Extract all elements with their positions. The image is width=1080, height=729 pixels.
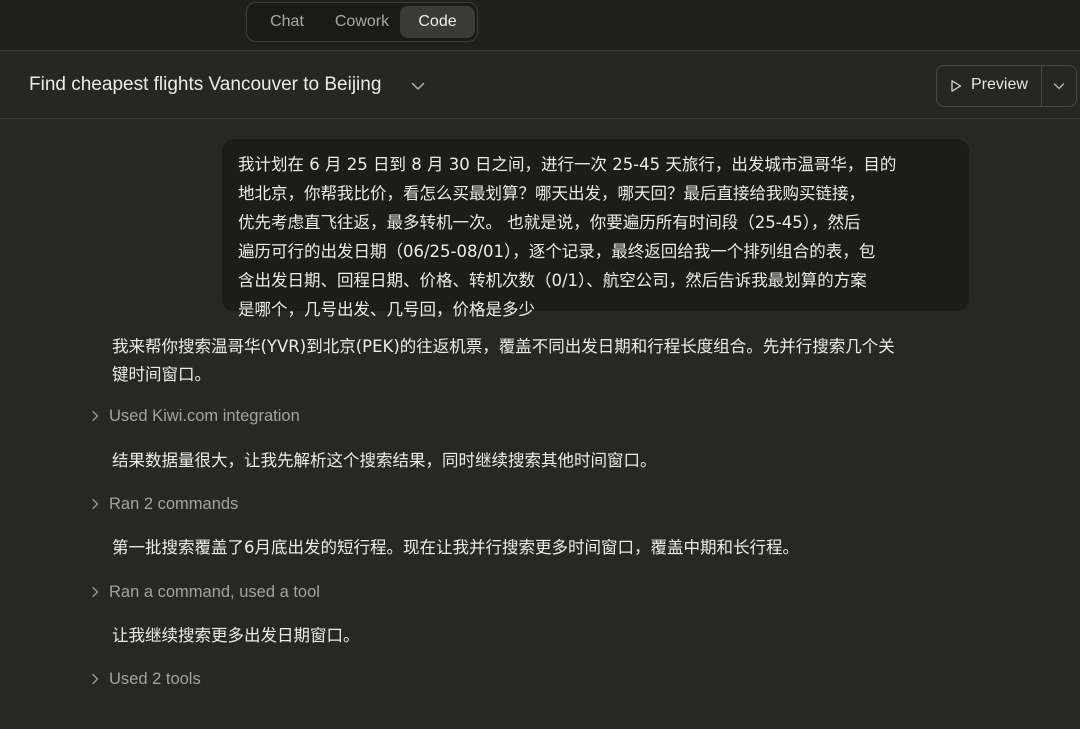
chevron-down-icon (1053, 83, 1065, 90)
tool-call-label: Used 2 tools (109, 670, 201, 688)
preview-control: Preview (936, 65, 1077, 107)
chevron-down-icon[interactable] (410, 78, 426, 94)
tool-call-label: Used Kiwi.com integration (109, 407, 300, 425)
user-message-text: 我计划在 6 月 25 日到 8 月 30 日之间，进行一次 25-45 天旅行… (238, 155, 897, 319)
preview-label: Preview (971, 76, 1028, 93)
conversation-header: Find cheapest flights Vancouver to Beiji… (0, 52, 1080, 119)
chevron-right-icon (92, 586, 99, 598)
tab-chat[interactable]: Chat (253, 6, 321, 38)
assistant-message: 我来帮你搜索温哥华(YVR)到北京(PEK)的往返机票，覆盖不同出发日期和行程长… (112, 337, 895, 384)
tab-cowork[interactable]: Cowork (325, 6, 399, 38)
top-bar: Chat Cowork Code (0, 0, 1080, 51)
mode-switcher: Chat Cowork Code (246, 2, 478, 42)
chevron-right-icon (92, 498, 99, 510)
tab-code[interactable]: Code (400, 6, 475, 38)
conversation-title[interactable]: Find cheapest flights Vancouver to Beiji… (29, 74, 381, 96)
assistant-message: 第一批搜索覆盖了6月底出发的短行程。现在让我并行搜索更多时间窗口，覆盖中期和长行… (112, 538, 799, 557)
preview-options-button[interactable] (1042, 66, 1077, 106)
chevron-right-icon (92, 673, 99, 685)
assistant-message: 让我继续搜索更多出发日期窗口。 (112, 626, 360, 645)
tool-call-label: Ran a command, used a tool (109, 583, 320, 601)
tool-call-label: Ran 2 commands (109, 495, 239, 513)
preview-button[interactable]: Preview (937, 66, 1041, 106)
assistant-message: 结果数据量很大，让我先解析这个搜索结果，同时继续搜索其他时间窗口。 (112, 451, 657, 470)
chevron-right-icon (92, 410, 99, 422)
user-message: 我计划在 6 月 25 日到 8 月 30 日之间，进行一次 25-45 天旅行… (222, 139, 969, 319)
play-icon (951, 80, 962, 92)
